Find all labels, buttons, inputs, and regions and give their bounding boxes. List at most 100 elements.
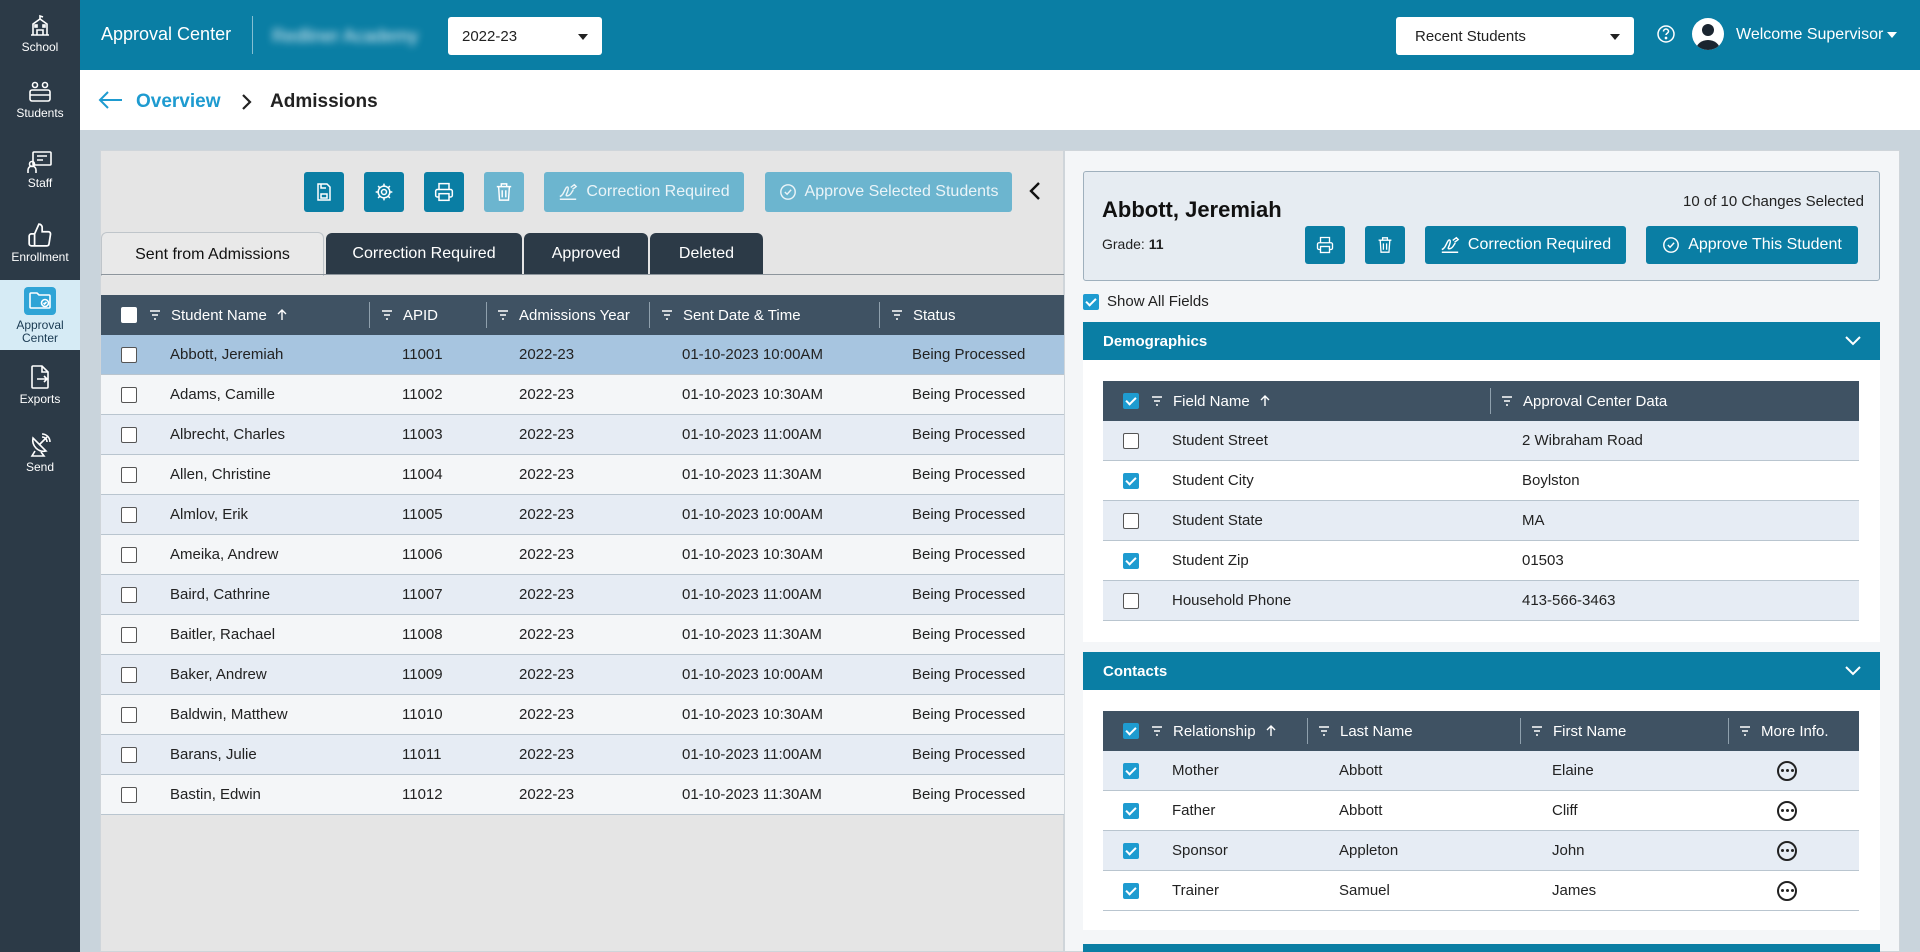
table-row[interactable]: Ameika, Andrew 11006 2022-23 01-10-2023 … <box>101 535 1064 575</box>
filter-icon[interactable] <box>1501 396 1513 406</box>
more-info-button[interactable] <box>1777 751 1797 790</box>
settings-button[interactable] <box>364 172 404 212</box>
table-row[interactable]: Father Abbott Cliff <box>1103 791 1859 831</box>
filter-icon[interactable] <box>1318 726 1330 736</box>
column-last-name[interactable]: Last Name <box>1318 711 1413 751</box>
row-checkbox[interactable] <box>121 375 137 414</box>
column-admissions-year[interactable]: Admissions Year <box>497 295 630 335</box>
table-row[interactable]: Baldwin, Matthew 11010 2022-23 01-10-202… <box>101 695 1064 735</box>
column-first-name[interactable]: First Name <box>1531 711 1626 751</box>
row-checkbox[interactable] <box>121 415 137 454</box>
recent-students-select[interactable]: Recent Students <box>1396 17 1634 55</box>
filter-icon[interactable] <box>149 310 161 320</box>
sort-up-icon[interactable] <box>1266 725 1276 737</box>
more-info-button[interactable] <box>1777 831 1797 870</box>
breadcrumb-overview-link[interactable]: Overview <box>136 91 221 113</box>
table-row[interactable]: Mother Abbott Elaine <box>1103 751 1859 791</box>
table-row[interactable]: Baker, Andrew 11009 2022-23 01-10-2023 1… <box>101 655 1064 695</box>
column-more-info[interactable]: More Info. <box>1739 711 1829 751</box>
column-apid[interactable]: APID <box>381 295 438 335</box>
tab-approved[interactable]: Approved <box>524 233 648 275</box>
select-all-checkbox[interactable] <box>1123 381 1139 421</box>
sidebar-item-approval-center[interactable]: Approval Center <box>0 280 80 350</box>
column-student-name[interactable]: Student Name <box>149 295 287 335</box>
table-row[interactable]: Household Phone 413-566-3463 <box>1103 581 1859 621</box>
approve-selected-button[interactable]: Approve Selected Students <box>765 172 1012 212</box>
row-checkbox[interactable] <box>121 495 137 534</box>
table-row[interactable]: Adams, Camille 11002 2022-23 01-10-2023 … <box>101 375 1064 415</box>
more-info-button[interactable] <box>1777 791 1797 830</box>
table-row[interactable]: Sponsor Appleton John <box>1103 831 1859 871</box>
print-button[interactable] <box>424 172 464 212</box>
row-checkbox[interactable] <box>1123 751 1139 790</box>
row-checkbox[interactable] <box>121 775 137 814</box>
table-row[interactable]: Barans, Julie 11011 2022-23 01-10-2023 1… <box>101 735 1064 775</box>
table-row[interactable]: Almlov, Erik 11005 2022-23 01-10-2023 10… <box>101 495 1064 535</box>
collapse-panel-icon[interactable] <box>1028 180 1042 202</box>
sidebar-item-exports[interactable]: Exports <box>0 364 80 410</box>
table-row[interactable]: Student City Boylston <box>1103 461 1859 501</box>
more-info-button[interactable] <box>1777 871 1797 910</box>
tab-sent-from-admissions[interactable]: Sent from Admissions <box>101 232 324 276</box>
row-checkbox[interactable] <box>1123 461 1139 500</box>
sidebar-item-students[interactable]: Students <box>0 80 80 126</box>
row-checkbox[interactable] <box>1123 581 1139 620</box>
column-relationship[interactable]: Relationship <box>1151 711 1276 751</box>
student-correction-required-button[interactable]: Correction Required <box>1425 226 1626 264</box>
table-row[interactable]: Student Zip 01503 <box>1103 541 1859 581</box>
contacts-section-header[interactable]: Contacts <box>1083 652 1880 690</box>
delete-button[interactable] <box>484 172 524 212</box>
sort-up-icon[interactable] <box>1260 395 1270 407</box>
column-status[interactable]: Status <box>891 295 956 335</box>
sidebar-item-send[interactable]: Send <box>0 432 80 478</box>
row-checkbox[interactable] <box>121 695 137 734</box>
help-icon[interactable] <box>1656 24 1676 44</box>
row-checkbox[interactable] <box>1123 871 1139 910</box>
tab-correction-required[interactable]: Correction Required <box>326 233 522 275</box>
table-row[interactable]: Trainer Samuel James <box>1103 871 1859 911</box>
row-checkbox[interactable] <box>121 335 137 374</box>
table-row[interactable]: Student Street 2 Wibraham Road <box>1103 421 1859 461</box>
table-row[interactable]: Bastin, Edwin 11012 2022-23 01-10-2023 1… <box>101 775 1064 815</box>
correction-required-button[interactable]: Correction Required <box>544 172 744 212</box>
row-checkbox[interactable] <box>121 575 137 614</box>
table-row[interactable]: Baird, Cathrine 11007 2022-23 01-10-2023… <box>101 575 1064 615</box>
save-button[interactable] <box>304 172 344 212</box>
filter-icon[interactable] <box>497 310 509 320</box>
row-checkbox[interactable] <box>121 535 137 574</box>
filter-icon[interactable] <box>1151 726 1163 736</box>
filter-icon[interactable] <box>661 310 673 320</box>
row-checkbox[interactable] <box>1123 501 1139 540</box>
approve-student-button[interactable]: Approve This Student <box>1646 226 1858 264</box>
show-all-fields-checkbox[interactable] <box>1083 293 1099 310</box>
chevron-down-icon[interactable] <box>1887 32 1897 38</box>
row-checkbox[interactable] <box>1123 541 1139 580</box>
next-section-header[interactable] <box>1083 944 1880 952</box>
table-row[interactable]: Baitler, Rachael 11008 2022-23 01-10-202… <box>101 615 1064 655</box>
print-student-button[interactable] <box>1305 226 1345 264</box>
sidebar-item-school[interactable]: School <box>0 14 80 60</box>
column-approval-center-data[interactable]: Approval Center Data <box>1501 381 1667 421</box>
table-row[interactable]: Student State MA <box>1103 501 1859 541</box>
row-checkbox[interactable] <box>121 455 137 494</box>
table-row[interactable]: Albrecht, Charles 11003 2022-23 01-10-20… <box>101 415 1064 455</box>
row-checkbox[interactable] <box>121 615 137 654</box>
sidebar-item-enrollment[interactable]: Enrollment <box>0 222 80 268</box>
select-all-checkbox[interactable] <box>121 295 137 335</box>
demographics-section-header[interactable]: Demographics <box>1083 322 1880 360</box>
row-checkbox[interactable] <box>121 735 137 774</box>
year-select[interactable]: 2022-23 <box>448 17 602 55</box>
table-row[interactable]: Allen, Christine 11004 2022-23 01-10-202… <box>101 455 1064 495</box>
tab-deleted[interactable]: Deleted <box>650 233 763 275</box>
filter-icon[interactable] <box>1739 726 1751 736</box>
filter-icon[interactable] <box>1151 396 1163 406</box>
welcome-user-menu[interactable]: Welcome Supervisor <box>1736 26 1883 44</box>
row-checkbox[interactable] <box>1123 831 1139 870</box>
select-all-checkbox[interactable] <box>1123 711 1139 751</box>
row-checkbox[interactable] <box>121 655 137 694</box>
avatar[interactable] <box>1692 18 1724 50</box>
filter-icon[interactable] <box>1531 726 1543 736</box>
table-row[interactable]: Abbott, Jeremiah 11001 2022-23 01-10-202… <box>101 335 1064 375</box>
sort-up-icon[interactable] <box>277 309 287 321</box>
back-arrow-icon[interactable] <box>98 89 124 111</box>
